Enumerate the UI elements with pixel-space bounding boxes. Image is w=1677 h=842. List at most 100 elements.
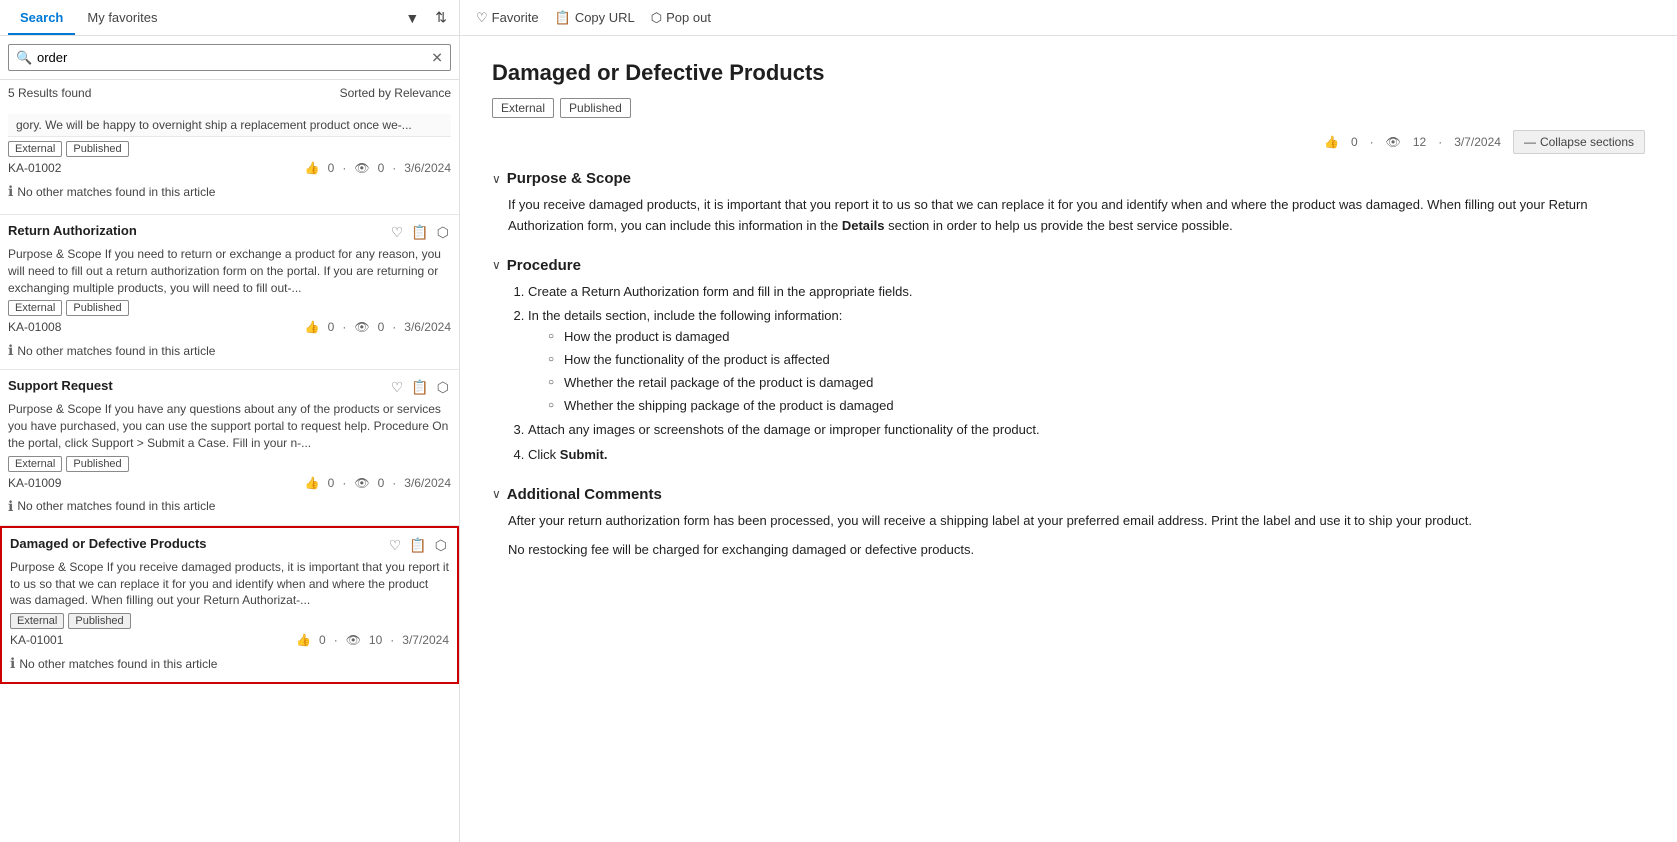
sub-item-1: How the product is damaged	[548, 327, 1645, 348]
sort-icon[interactable]: ⇅	[431, 7, 451, 28]
result-stats-2: 👍 0 · 👁 0 · 3/6/2024	[305, 476, 451, 490]
filter-icon[interactable]: ▼	[401, 8, 423, 28]
heart-icon: ♡	[476, 10, 488, 26]
result-tags-1: External Published	[8, 300, 451, 316]
tag-published-2: Published	[66, 456, 128, 472]
tab-bar: Search My favorites ▼ ⇅	[0, 0, 459, 36]
comments-text-2: No restocking fee will be charged for ex…	[508, 540, 1645, 561]
section-header-comments[interactable]: ∨ Additional Comments	[492, 486, 1645, 503]
result-item-first: gory. We will be happy to overnight ship…	[0, 106, 459, 215]
section-body-purpose: If you receive damaged products, it is i…	[492, 195, 1645, 237]
popout-btn-3[interactable]: ⬡	[433, 536, 449, 555]
info-icon-2: ℹ	[8, 498, 13, 515]
tab-favorites[interactable]: My favorites	[75, 2, 169, 35]
section-procedure: ∨ Procedure Create a Return Authorizatio…	[492, 257, 1645, 466]
tab-search[interactable]: Search	[8, 2, 75, 35]
likes-count-3: 0	[319, 633, 326, 647]
favorite-button[interactable]: ♡ Favorite	[476, 10, 539, 26]
result-item-return-auth: Return Authorization ♡ 📋 ⬡ Purpose & Sco…	[0, 215, 459, 370]
copy-url-button[interactable]: 📋 Copy URL	[555, 10, 635, 26]
likes-count-0: 0	[328, 161, 335, 175]
copy-btn-3[interactable]: 📋	[407, 536, 428, 555]
date-1: 3/6/2024	[404, 320, 451, 334]
section-title-comments: Additional Comments	[507, 486, 662, 503]
likes-count-2: 0	[328, 476, 335, 490]
result-title-3[interactable]: Damaged or Defective Products	[10, 536, 387, 551]
result-ka-0: KA-01002	[8, 161, 61, 175]
view-icon-3: 👁	[346, 633, 361, 647]
purpose-text: If you receive damaged products, it is i…	[508, 195, 1645, 237]
article-likes: 0	[1351, 135, 1358, 149]
results-count: 5 Results found	[8, 86, 91, 100]
result-title-1[interactable]: Return Authorization	[8, 223, 389, 238]
result-tags-0: External Published	[8, 141, 451, 157]
section-header-procedure[interactable]: ∨ Procedure	[492, 257, 1645, 274]
section-title-procedure: Procedure	[507, 257, 581, 274]
favorite-btn-1[interactable]: ♡	[389, 223, 406, 242]
article-tag-external: External	[492, 98, 554, 118]
date-2: 3/6/2024	[404, 476, 451, 490]
article-title: Damaged or Defective Products	[492, 60, 1645, 86]
result-stats-0: 👍 0 · 👁 0 · 3/6/2024	[305, 161, 451, 175]
no-match-1: ℹ No other matches found in this article	[8, 338, 451, 365]
tag-external-3: External	[10, 613, 64, 629]
no-match-0: ℹ No other matches found in this article	[8, 179, 451, 206]
first-snippet-text: gory. We will be happy to overnight ship…	[8, 114, 451, 137]
result-title-row-1: Return Authorization ♡ 📋 ⬡	[8, 223, 451, 242]
section-title-purpose: Purpose & Scope	[507, 170, 631, 187]
view-icon-1: 👁	[354, 320, 369, 334]
views-count-2: 0	[378, 476, 385, 490]
copy-btn-2[interactable]: 📋	[409, 378, 430, 397]
step-2: In the details section, include the foll…	[528, 306, 1645, 416]
views-count-0: 0	[378, 161, 385, 175]
like-icon-0: 👍	[305, 161, 320, 175]
search-input[interactable]	[8, 44, 451, 71]
tag-external-1: External	[8, 300, 62, 316]
like-icon-3: 👍	[296, 633, 311, 647]
clear-search-icon[interactable]: ✕	[431, 49, 443, 66]
view-icon-0: 👁	[354, 161, 369, 175]
favorite-btn-3[interactable]: ♡	[387, 536, 404, 555]
popout-btn-2[interactable]: ⬡	[435, 378, 451, 397]
result-item-damaged: Damaged or Defective Products ♡ 📋 ⬡ Purp…	[0, 526, 459, 684]
copy-icon: 📋	[555, 10, 571, 26]
result-tags-2: External Published	[8, 456, 451, 472]
search-icon: 🔍	[16, 50, 32, 66]
section-body-procedure: Create a Return Authorization form and f…	[492, 282, 1645, 466]
results-meta: 5 Results found Sorted by Relevance	[0, 80, 459, 106]
tag-published-1: Published	[66, 300, 128, 316]
like-icon-1: 👍	[305, 320, 320, 334]
section-body-comments: After your return authorization form has…	[492, 511, 1645, 561]
sub-item-3: Whether the retail package of the produc…	[548, 373, 1645, 394]
views-count-1: 0	[378, 320, 385, 334]
favorite-label: Favorite	[492, 10, 539, 25]
result-meta-2: KA-01009 👍 0 · 👁 0 · 3/6/2024	[8, 476, 451, 490]
result-title-2[interactable]: Support Request	[8, 378, 389, 393]
result-stats-1: 👍 0 · 👁 0 · 3/6/2024	[305, 320, 451, 334]
pop-out-button[interactable]: ⬡ Pop out	[651, 10, 711, 26]
result-ka-2: KA-01009	[8, 476, 61, 490]
info-icon-1: ℹ	[8, 342, 13, 359]
pop-out-label: Pop out	[666, 10, 711, 25]
result-ka-3: KA-01001	[10, 633, 63, 647]
results-list: gory. We will be happy to overnight ship…	[0, 106, 459, 842]
view-icon-2: 👁	[354, 476, 369, 490]
section-header-purpose[interactable]: ∨ Purpose & Scope	[492, 170, 1645, 187]
favorite-btn-2[interactable]: ♡	[389, 378, 406, 397]
article-toolbar: ♡ Favorite 📋 Copy URL ⬡ Pop out	[460, 0, 1677, 36]
article-tag-published: Published	[560, 98, 631, 118]
copy-btn-1[interactable]: 📋	[409, 223, 430, 242]
popout-btn-1[interactable]: ⬡	[435, 223, 451, 242]
article-like-icon: 👍	[1324, 135, 1339, 149]
article-header-meta: 👍 0 · 👁 12 · 3/7/2024 — Collapse section…	[492, 130, 1645, 154]
info-icon-3: ℹ	[10, 655, 15, 672]
like-icon-2: 👍	[305, 476, 320, 490]
article-date: 3/7/2024	[1454, 135, 1501, 149]
section-comments: ∨ Additional Comments After your return …	[492, 486, 1645, 561]
tag-published-0: Published	[66, 141, 128, 157]
popout-icon: ⬡	[651, 10, 662, 26]
no-match-2: ℹ No other matches found in this article	[8, 494, 451, 521]
likes-count-1: 0	[328, 320, 335, 334]
collapse-sections-button[interactable]: — Collapse sections	[1513, 130, 1645, 154]
copy-url-label: Copy URL	[575, 10, 635, 25]
